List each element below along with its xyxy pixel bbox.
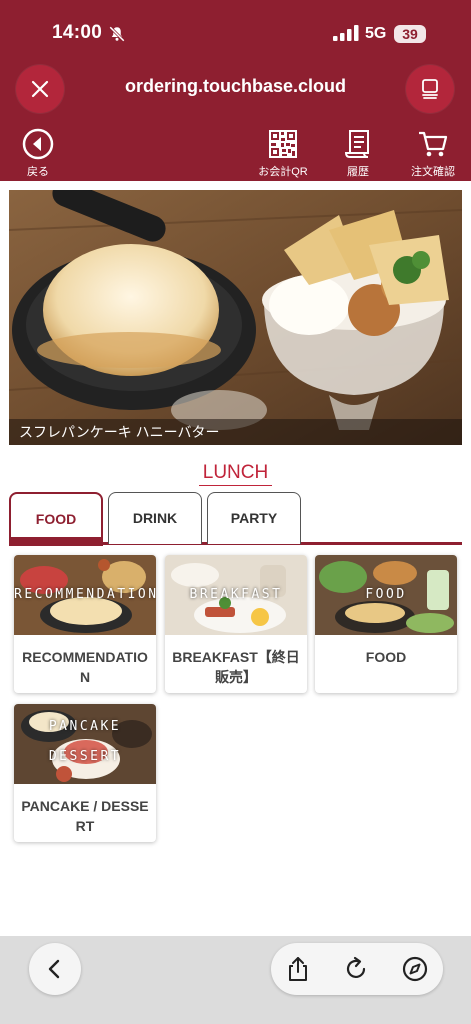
bell-slash-icon xyxy=(109,26,125,42)
close-button[interactable] xyxy=(16,65,64,113)
battery-level: 39 xyxy=(394,25,426,43)
category-card-breakfast[interactable]: BREAKFAST BREAKFAST【終日販売】 xyxy=(165,555,307,693)
tabs-icon xyxy=(422,79,438,99)
browser-bottom-bar xyxy=(0,936,471,1024)
card-overlay-text: PANCAKE xyxy=(48,719,122,734)
chevron-left-icon xyxy=(48,959,60,979)
compass-icon xyxy=(402,956,428,982)
hero-image xyxy=(9,190,462,445)
share-icon xyxy=(289,957,307,981)
qr-code-icon xyxy=(269,130,297,158)
category-card-pancake-dessert[interactable]: PANCAKE DESSERT PANCAKE / DESSERT xyxy=(14,704,156,842)
back-nav-label: 戻る xyxy=(27,166,49,178)
header: 14:00 5G 39 ordering.touchbase.cloud 戻る … xyxy=(0,0,471,181)
back-circle-icon xyxy=(22,128,54,160)
history-nav-button[interactable]: 履歴 xyxy=(323,126,393,181)
status-time: 14:00 xyxy=(52,22,103,43)
share-button[interactable] xyxy=(284,955,312,983)
hero-caption: スフレパンケーキ ハニーバター xyxy=(9,419,462,445)
qr-nav-button[interactable]: お会計QR xyxy=(248,126,318,181)
compass-button[interactable] xyxy=(401,955,429,983)
card-name: BREAKFAST【終日販売】 xyxy=(172,649,300,685)
cart-nav-label: 注文確認 xyxy=(411,166,455,178)
category-card-recommendation[interactable]: RECOMMENDATION RECOMMENDATION xyxy=(14,555,156,693)
network-type: 5G xyxy=(365,25,387,42)
card-thumbnail: RECOMMENDATION xyxy=(14,555,156,635)
app: 14:00 5G 39 ordering.touchbase.cloud 戻る … xyxy=(0,0,471,1024)
url-text[interactable]: ordering.touchbase.cloud xyxy=(80,76,391,97)
card-name: FOOD xyxy=(365,649,407,665)
signal-icon xyxy=(333,25,359,41)
card-name: PANCAKE / DESSERT xyxy=(21,798,149,834)
tabs-button[interactable] xyxy=(406,65,454,113)
hero-banner[interactable]: スフレパンケーキ ハニーバター xyxy=(9,190,462,445)
category-card-food[interactable]: FOOD FOOD xyxy=(315,555,457,693)
browser-url-bar: ordering.touchbase.cloud xyxy=(0,62,471,120)
back-button[interactable] xyxy=(29,943,81,995)
browser-tools xyxy=(271,943,443,995)
tab-food[interactable]: FOOD xyxy=(9,492,103,546)
card-thumbnail: FOOD xyxy=(315,555,457,635)
receipt-icon xyxy=(344,130,369,158)
qr-nav-label: お会計QR xyxy=(258,166,308,178)
cart-nav-button[interactable]: 注文確認 xyxy=(398,126,468,181)
card-overlay-text: FOOD xyxy=(365,587,407,602)
card-overlay-text: DESSERT xyxy=(48,749,122,764)
tab-drink[interactable]: DRINK xyxy=(108,492,202,544)
menu-title: LUNCH xyxy=(0,462,471,486)
status-bar: 14:00 5G 39 xyxy=(0,0,471,60)
close-icon xyxy=(31,80,49,98)
reload-button[interactable] xyxy=(342,955,370,983)
card-thumbnail: PANCAKE DESSERT xyxy=(14,704,156,784)
history-nav-label: 履歴 xyxy=(347,166,369,178)
pancake-dessert-image xyxy=(14,704,156,784)
card-overlay-text: BREAKFAST xyxy=(189,587,283,602)
back-nav-button[interactable]: 戻る xyxy=(3,126,73,181)
menu-title-text: LUNCH xyxy=(198,462,273,486)
card-overlay-text: RECOMMENDATION xyxy=(14,587,156,602)
card-name: RECOMMENDATION xyxy=(22,649,148,685)
app-nav: 戻る お会計QR 履歴 注文確認 xyxy=(0,126,471,181)
cart-icon xyxy=(419,131,448,157)
reload-icon xyxy=(346,956,366,978)
tab-party[interactable]: PARTY xyxy=(207,492,301,544)
card-thumbnail: BREAKFAST xyxy=(165,555,307,635)
category-tabs: FOOD DRINK PARTY xyxy=(9,490,462,546)
